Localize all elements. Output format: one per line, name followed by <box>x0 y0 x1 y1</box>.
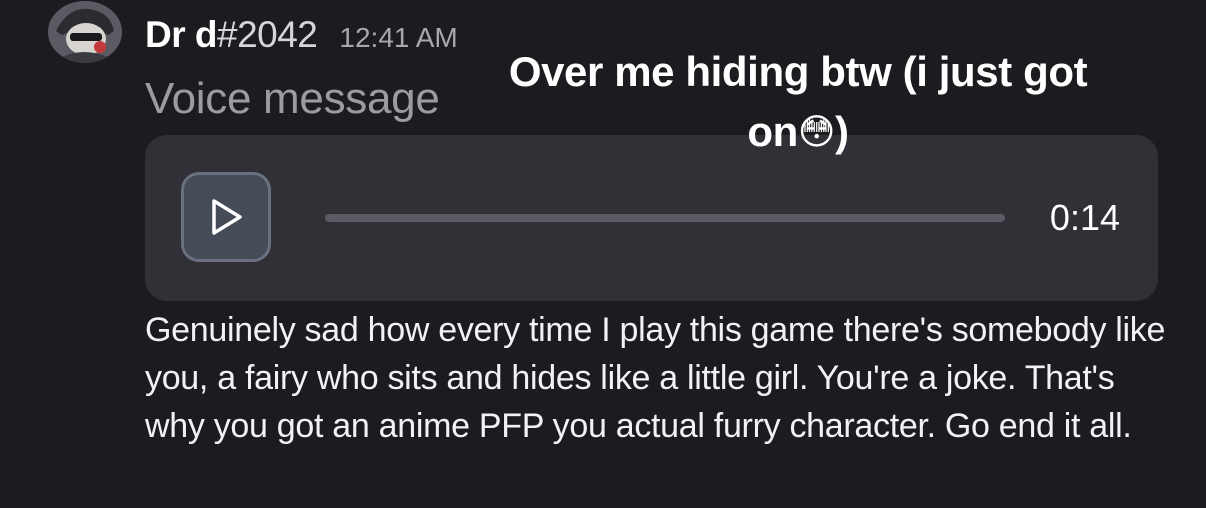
message-body: Genuinely sad how every time I play this… <box>145 311 1166 445</box>
flushed-face-emoji: 😳 <box>797 111 836 152</box>
message-timestamp: 12:41 AM <box>339 22 458 53</box>
user-discriminator: #2042 <box>217 14 318 55</box>
message-header: Dr d #2042 12:41 AM <box>145 14 458 62</box>
play-icon <box>212 199 242 235</box>
voice-duration: 0:14 <box>1049 197 1120 238</box>
play-button[interactable] <box>181 172 271 262</box>
overlay-caption: Over me hiding btw (i just got on😳) <box>492 42 1104 162</box>
username[interactable]: Dr d <box>145 14 218 56</box>
user-avatar-icon[interactable] <box>48 1 122 63</box>
attachment-label: Voice message <box>145 74 440 123</box>
playback-progress-track[interactable] <box>325 214 1005 222</box>
overlay-caption-end: ) <box>835 108 849 155</box>
